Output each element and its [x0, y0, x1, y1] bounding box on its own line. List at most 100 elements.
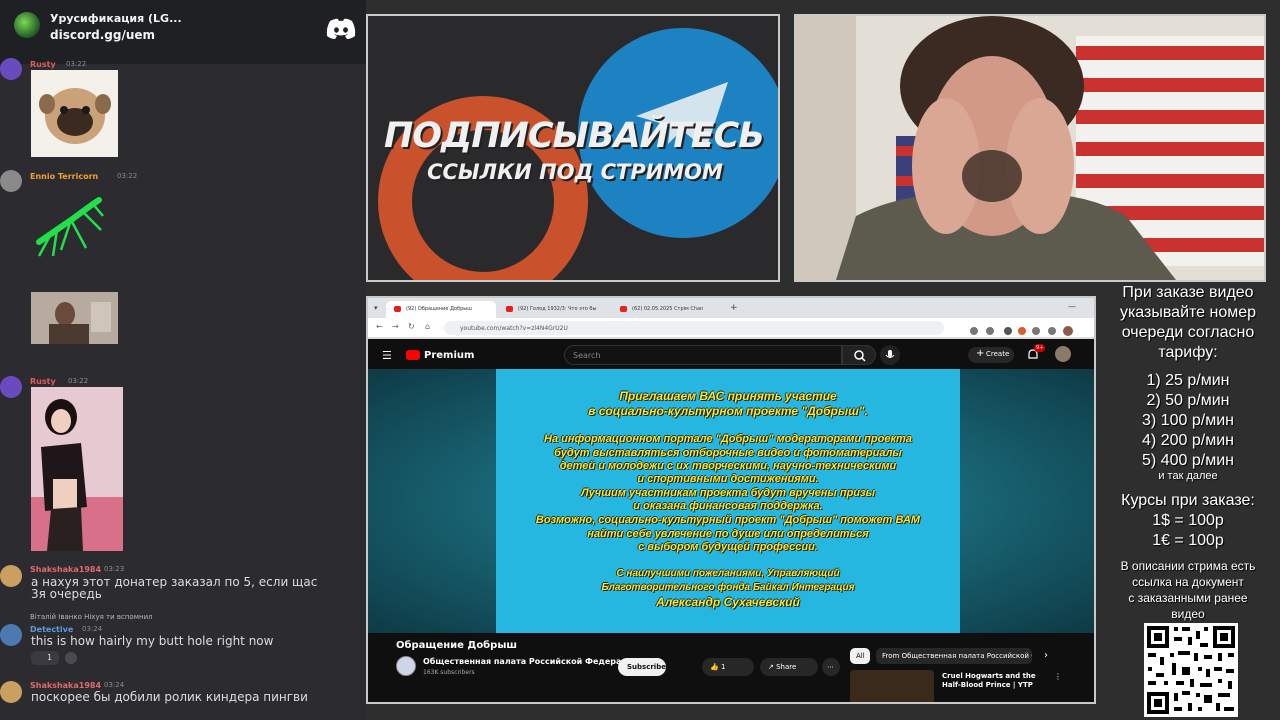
new-tab-icon[interactable]: + [730, 303, 738, 313]
browser-tab[interactable]: (62) 02.05.2025 Стрім Chan [612, 301, 724, 318]
info-text: и так далее [1158, 470, 1218, 482]
info-text: ссылка на документ [1132, 575, 1244, 589]
avatar[interactable] [0, 681, 22, 703]
message-time: 03:22 [68, 377, 89, 385]
message-text: this is how hairly my butt hole right no… [31, 634, 274, 648]
video-slide: Приглашаем ВАС принять участие в социаль… [496, 369, 960, 633]
search-button[interactable] [842, 345, 876, 365]
rate-line: 1$ = 100р [1152, 512, 1224, 529]
tab-label: (62) 02.05.2025 Стрім Chan [632, 306, 704, 312]
slide-text: в социально-культурном проекте "Добрыш". [588, 404, 868, 418]
avatar[interactable] [0, 170, 22, 192]
video-still-image [31, 292, 118, 344]
webcam-feed [794, 14, 1266, 282]
browser-tab[interactable]: (92) Обращение Добрыш [386, 301, 496, 318]
browser-tab[interactable]: (92) Голод 1932/3: Что это бы [498, 301, 610, 318]
message-author[interactable]: Ennio Terricorn [30, 172, 98, 181]
recommendation-thumbnail[interactable] [850, 670, 934, 702]
more-actions-button[interactable]: ⋯ [822, 658, 840, 676]
youtube-premium-label[interactable]: Premium [424, 350, 474, 361]
video-player[interactable]: Приглашаем ВАС принять участие в социаль… [368, 369, 1094, 633]
tariff-line: 1) 25 р/мин [1146, 372, 1230, 389]
message-time: 03:23 [104, 565, 125, 573]
message-author[interactable]: Rusty [30, 60, 56, 69]
message-author[interactable]: Shakshaka1984 [30, 565, 101, 574]
tab-search-icon[interactable]: ▾ [374, 304, 378, 312]
chip-from-channel[interactable]: From Общественная палата Российской Фе [876, 648, 1032, 664]
reaction-chip[interactable]: 1 [31, 651, 59, 665]
slide-text: Благотворительного фонда Байкал Интеграц… [601, 582, 855, 593]
extension-icons[interactable] [968, 322, 1078, 336]
slide-text: Возможно, социально-культурный проект "Д… [535, 514, 921, 526]
message-author[interactable]: Shakshaka1984 [30, 681, 101, 690]
search-icon [854, 350, 866, 362]
channel-avatar[interactable] [396, 656, 416, 676]
tab-bar: ▾ (92) Обращение Добрыш (92) Голод 1932/… [368, 298, 1094, 318]
chip-all[interactable]: All [850, 648, 870, 664]
tab-label: (92) Обращение Добрыш [406, 306, 472, 312]
slide-text: с выбором будущей профессии. [638, 541, 818, 553]
slide-text: Приглашаем ВАС принять участие [619, 389, 837, 403]
server-name: Урусификация (LG... [50, 12, 182, 25]
subscriber-count: 163K subscribers [423, 669, 475, 676]
slide-text: Лучшим участникам проекта будут вручены … [580, 487, 876, 499]
stream-layout: Урусификация (LG... discord.gg/uem Rusty… [0, 0, 1280, 720]
chevron-right-icon[interactable]: › [1044, 650, 1048, 661]
share-button[interactable]: ↗ Share [760, 658, 818, 676]
recommendation-title[interactable]: Cruel Hogwarts and the Half-Blood Prince… [942, 672, 1052, 690]
info-text: В описании стрима есть [1120, 559, 1256, 573]
message-author[interactable]: Rusty [30, 377, 56, 386]
back-icon[interactable]: ← [376, 322, 383, 331]
thumbs-up-icon: 👍 [710, 663, 721, 671]
forward-icon[interactable]: → [392, 322, 399, 331]
slide-text: Александр Сухачевский [656, 595, 800, 609]
webcam-image [796, 16, 1264, 280]
add-reaction-icon[interactable] [65, 652, 77, 664]
subscribe-button[interactable]: Subscribe [618, 658, 666, 676]
info-text: При заказе видео [1122, 284, 1254, 301]
home-icon[interactable]: ⌂ [425, 322, 430, 331]
qr-code[interactable] [1144, 623, 1238, 717]
notification-count: 9+ [1034, 344, 1046, 352]
youtube-logo-icon[interactable] [406, 350, 420, 360]
voice-search-button[interactable] [880, 345, 900, 365]
minimize-icon[interactable]: — [1068, 302, 1076, 311]
slide-text: и оказана финансовая поддержка. [633, 500, 823, 512]
search-input[interactable]: Search [564, 345, 842, 365]
reply-preview[interactable]: Віталій Іванко Ніхуя ти вспомнил [30, 611, 153, 623]
create-label: Create [986, 350, 1010, 358]
info-text: с заказанными ранее [1128, 591, 1248, 605]
avatar[interactable] [0, 624, 22, 646]
recommendation-menu-icon[interactable]: ⋮ [1054, 672, 1062, 681]
message-image-dog[interactable] [31, 70, 118, 157]
tariff-line: 5) 400 р/мин [1142, 452, 1234, 469]
message-image-video[interactable] [31, 292, 118, 344]
avatar[interactable] [0, 58, 22, 80]
message-time: 03:22 [66, 60, 87, 68]
youtube-favicon-icon [620, 306, 627, 312]
slide-text: найти себе увлечение по душе или определ… [587, 528, 869, 540]
slide-text: На информационном портале "Добрыш" модер… [544, 433, 912, 445]
message-time: 03:24 [104, 681, 125, 689]
message-image-photo[interactable] [31, 387, 123, 551]
account-avatar[interactable] [1055, 346, 1071, 362]
microphone-icon [885, 350, 895, 358]
subscribe-banner: ПОДПИСЫВАЙТЕСЬ ССЫЛКИ ПОД СТРИМОМ [366, 14, 780, 282]
mantis-image [36, 197, 104, 257]
menu-icon[interactable]: ☰ [382, 349, 392, 362]
create-button[interactable]: Create [968, 347, 1014, 363]
tariff-line: 3) 100 р/мин [1142, 412, 1234, 429]
slide-text: и спортивными достижениями. [637, 473, 819, 485]
message-author[interactable]: Detective [30, 625, 73, 634]
channel-name[interactable]: Общественная палата Российской Федерации [423, 657, 639, 666]
like-button[interactable]: 👍 1 [702, 658, 754, 676]
browser-window: ▾ (92) Обращение Добрыш (92) Голод 1932/… [366, 296, 1096, 704]
discord-server-header: Урусификация (LG... discord.gg/uem [0, 0, 366, 64]
avatar[interactable] [0, 565, 22, 587]
server-invite-link[interactable]: discord.gg/uem [50, 28, 155, 42]
message-image-mantis[interactable] [31, 190, 111, 260]
avatar[interactable] [0, 376, 22, 398]
qr-code-image [1144, 623, 1238, 717]
reload-icon[interactable]: ↻ [408, 322, 415, 331]
url-input[interactable]: youtube.com/watch?v=zl4N4GrU2U [444, 321, 944, 335]
